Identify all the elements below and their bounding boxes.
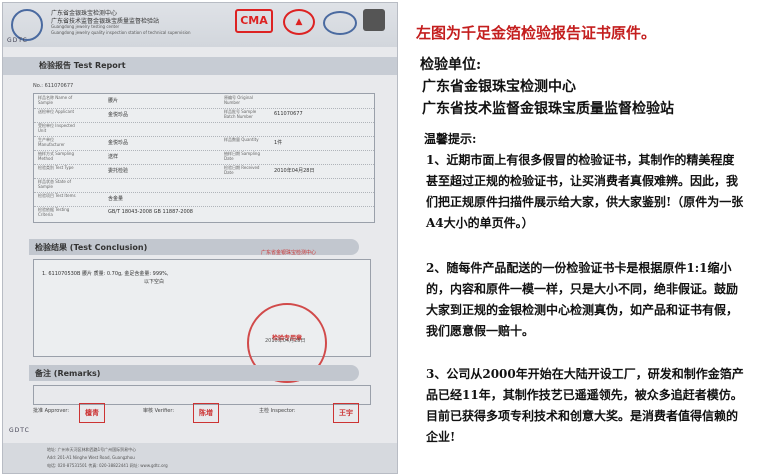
inspector-stamp: 王宇 [333,403,359,423]
approver-stamp: 檀青 [79,403,105,423]
tips-label: 温馨提示: [424,132,477,146]
row-label-right: 样品批号 Sample Batch Number [224,109,257,119]
row-label-right: 检验日期 Received Date [224,165,260,175]
row-label: 样品状态 State of Sample [38,179,71,189]
qr-mark-icon [363,9,385,31]
gdtc-logo-text: GDTC [7,37,28,44]
verifier-label: 审核 Verifier: [143,408,175,414]
row-label: 送检单位 Applicant [38,109,75,114]
footer-contact: 电话: 020-87531501 传真: 020-38822441 网址: ww… [47,463,168,468]
row-value-right: 2010年04月28日 [274,168,315,174]
remarks-band: 备注 (Remarks) [29,365,359,381]
footer-address-en: Add: 201-A1 Ninghe West Road, Guangzhou [47,455,135,460]
report-number: No.: 611070677 [33,83,74,89]
table-row: 生产单位 Manufacturer 金悦珍品 样品数量 Quantity 1件 [34,136,374,151]
approver-label: 批准 Approver: [33,408,70,414]
description-panel: 左图为千足金箔检验报告证书原件。 检验单位: 广东省金银珠宝检测中心 广东省技术… [408,0,756,476]
seal-date: 2010年04月28日 [265,338,306,344]
headline: 左图为千足金箔检验报告证书原件。 [416,24,657,42]
row-value: 腰片 [108,98,119,104]
table-row: 检验项目 Test Items 含金量 [34,192,374,207]
row-label: 检验类别 Test Type [38,165,74,170]
tip-paragraph-1: 1、近期市面上有很多假冒的检验证书，其制作的精美程度甚至超过正规的检验证书，让买… [426,153,744,230]
row-label: 生产单位 Manufacturer [38,137,65,147]
conclusion-blank-note: 以下空白 [144,279,165,285]
row-label-right: 原编号 Original Number [224,95,253,105]
certificate-scan: GDTC 广东省金银珠宝检测中心 广东省技术监督金银珠宝质量监督检验站 Guan… [2,2,398,474]
table-row: 样品名称 Name of Sample 腰片 原编号 Original Numb… [34,94,374,109]
footer-logo: GDTC [9,427,30,434]
row-value: 金悦珍品 [108,140,129,146]
cnas-mark-icon [323,11,357,35]
table-row: 检验类别 Test Type 委托检验 检验日期 Received Date 2… [34,164,374,179]
report-title: 检验报告 Test Report [39,61,126,70]
row-label: 检验项目 Test Items [38,193,76,198]
row-value: 委托检验 [108,168,129,174]
row-label: 样品名称 Name of Sample [38,95,73,105]
table-row: 受检单位 Inspected Unit [34,122,374,137]
row-value: GB/T 18043-2008 GB 11887-2008 [108,209,193,215]
inspection-unit-label: 检验单位: [420,57,482,73]
inspector-label: 主检 Inspector: [259,408,296,414]
conclusion-title: 检验结果 (Test Conclusion) [35,243,148,252]
cert-org-name-en: Guangdong jewelry testing center [51,24,120,29]
row-value: 送样 [108,154,119,160]
table-row: 抽样方式 Sampling Method 送样 抽样日期 Sampling Da… [34,150,374,165]
remarks-box [33,385,371,405]
row-label: 检验依据 Testing Criteria [38,207,70,217]
inspection-unit-1: 广东省金银珠宝检测中心 [422,79,576,95]
row-label: 受检单位 Inspected Unit [38,123,75,133]
verifier-stamp: 陈增 [193,403,219,423]
row-value: 金悦珍品 [108,112,129,118]
footer-address: 地址: 广州市天河区林和西路1号广州国际贸易中心 [47,447,137,452]
row-label-right: 抽样日期 Sampling Date [224,151,260,161]
cal-mark-icon: ▲ [283,9,315,35]
row-value-right: 611070677 [274,111,303,117]
cma-mark-icon: CMA [235,9,273,33]
tip-paragraph-2: 2、随每件产品配送的一份检验证书卡是根据原件1:1缩小的，内容和原件一模一样，只… [426,261,739,338]
inspection-unit-2: 广东省技术监督金银珠宝质量监督检验站 [422,101,674,117]
remarks-title: 备注 (Remarks) [35,369,101,378]
row-value: 含金量 [108,196,124,202]
cert-org-name-en-2: Guangdong jewelry quality inspection sta… [51,30,191,35]
row-label: 抽样方式 Sampling Method [38,151,74,161]
tip-paragraph-3: 3、公司从2000年开始在大陆开设工厂，研发和制作金箔产品已经11年，其制作技艺… [426,367,744,444]
seal-org-text: 广东省金银珠宝检测中心 [261,250,317,256]
report-title-band: 检验报告 Test Report [3,57,397,75]
table-row: 送检单位 Applicant 金悦珍品 样品批号 Sample Batch Nu… [34,108,374,123]
row-label-right: 样品数量 Quantity [224,137,259,142]
row-value-right: 1件 [274,140,283,146]
table-row: 检验依据 Testing Criteria GB/T 18043-2008 GB… [34,206,374,220]
conclusion-line: 1. 611070530B 腰片 质量: 0.70g, 金足含金量: 999%, [42,271,169,277]
report-info-table: 样品名称 Name of Sample 腰片 原编号 Original Numb… [33,93,375,223]
table-row: 样品状态 State of Sample [34,178,374,193]
